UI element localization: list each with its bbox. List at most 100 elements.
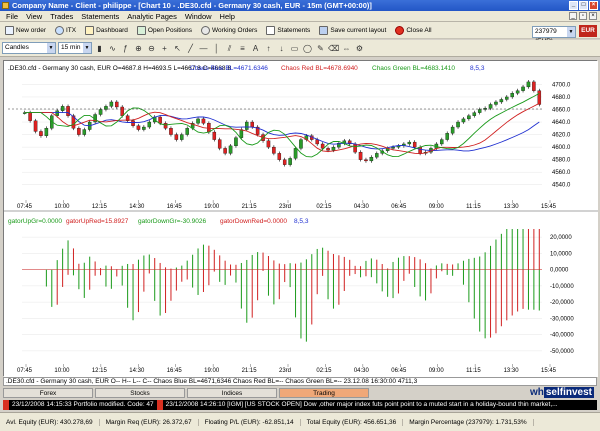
price-tick-label: 4540.0 xyxy=(552,183,571,189)
price-axis: 4700.0 4680.0 4660.0 4640.0 4620.0 4600.0 4580… xyxy=(552,82,571,188)
price-tick-label: 4640.0 xyxy=(552,120,571,126)
time-tick-label: 19:00 xyxy=(204,368,220,374)
settings-icon[interactable]: ⚙ xyxy=(354,43,365,54)
account-select[interactable]: 237979 (EUR)▼ xyxy=(532,26,576,45)
pointer-icon[interactable]: ↖ xyxy=(172,43,183,54)
legend-chaos-green: Chaos Green BL=4683.1410 xyxy=(372,65,455,72)
price-tick-label: 4620.0 xyxy=(552,133,571,139)
ticker-item-1: 23/12/2008 14:15:33 Portfolio modified. … xyxy=(12,401,154,408)
candle-body xyxy=(185,128,189,135)
candle-body xyxy=(207,123,211,133)
tab-forex[interactable]: Forex xyxy=(3,388,93,398)
chart-window[interactable]: .DE30.cfd - Germany 30 cash, EUR O=4687.… xyxy=(3,60,598,377)
indicator-icon[interactable]: ƒ xyxy=(120,43,131,54)
candle-body xyxy=(163,123,168,129)
itx-button[interactable]: ITX xyxy=(52,25,79,36)
time-tick-label: 07:45 xyxy=(17,204,33,210)
text-icon[interactable]: A xyxy=(250,43,261,54)
working-orders-button[interactable]: Working Orders xyxy=(198,25,260,36)
tab-indices[interactable]: Indices xyxy=(187,388,277,398)
zoom-out-icon[interactable]: ⊖ xyxy=(146,43,157,54)
menu-trades[interactable]: Trades xyxy=(46,11,77,22)
new-order-icon xyxy=(5,25,14,35)
close-all-icon xyxy=(395,25,405,35)
vline-icon[interactable]: │ xyxy=(211,43,222,54)
time-tick-label: 09:00 xyxy=(429,204,445,210)
new-order-button[interactable]: New order xyxy=(2,25,49,36)
hline-icon[interactable]: — xyxy=(198,43,209,54)
timeframe-select[interactable]: 15 min ▼ xyxy=(58,42,92,54)
minimize-icon[interactable]: _ xyxy=(569,1,578,10)
timeframe-value: 15 min xyxy=(61,44,81,51)
time-tick-label: 09:00 xyxy=(429,368,445,374)
candle-body xyxy=(537,90,542,105)
candle-body xyxy=(28,112,32,121)
time-tick-label: 23rd xyxy=(279,368,291,374)
chart-canvas[interactable]: .DE30.cfd - Germany 30 cash, EUR O=4687.… xyxy=(4,61,598,377)
gator-tick-label: -50,0000 xyxy=(550,349,574,355)
time-tick-label: 11:15 xyxy=(466,204,481,210)
line-chart-icon[interactable]: ∿ xyxy=(107,43,118,54)
arrow-up-icon[interactable]: ↑ xyxy=(263,43,274,54)
time-tick-label: 12:15 xyxy=(92,204,108,210)
candle-body xyxy=(196,118,200,124)
candle-body xyxy=(521,86,525,91)
pencil-icon[interactable]: ✎ xyxy=(315,43,326,54)
candle-body xyxy=(515,90,520,94)
open-positions-button[interactable]: Open Positions xyxy=(134,25,195,36)
bar-chart-icon[interactable]: ▮ xyxy=(94,43,105,54)
trendline-icon[interactable]: ╱ xyxy=(185,43,196,54)
candle-body xyxy=(131,120,135,126)
tab-stocks[interactable]: Stocks xyxy=(95,388,185,398)
chart-type-select[interactable]: Candles ▼ xyxy=(2,42,56,54)
candle-body xyxy=(55,110,59,116)
time-tick-label: 23rd xyxy=(279,204,291,210)
eraser-icon[interactable]: ⌫ xyxy=(328,43,339,54)
chart-status-line: .DE30.cfd - Germany 30 cash, EUR O-- H--… xyxy=(3,377,597,386)
candle-body xyxy=(33,120,38,132)
ellipse-icon[interactable]: ◯ xyxy=(302,43,313,54)
menu-view[interactable]: View xyxy=(22,11,46,22)
arrow-down-icon[interactable]: ↓ xyxy=(276,43,287,54)
statements-button[interactable]: Statements xyxy=(263,25,313,36)
channel-icon[interactable]: ⫽ xyxy=(224,43,235,54)
menu-analytic-pages[interactable]: Analytic Pages xyxy=(123,11,181,22)
tab-trading[interactable]: Trading xyxy=(279,388,369,398)
status-bar: Avl. Equity (EUR): 430.278,69 Margin Req… xyxy=(0,412,600,431)
gator-up-red: gatorUpRed=15.8927 xyxy=(66,218,129,225)
dashboard-button[interactable]: Dashboard xyxy=(82,25,131,36)
close-all-button[interactable]: Close All xyxy=(392,25,434,36)
candle-body xyxy=(461,118,466,123)
candle-body xyxy=(326,148,330,151)
maximize-icon[interactable]: □ xyxy=(579,1,588,10)
menu-window[interactable]: Window xyxy=(181,11,216,22)
mdi-restore-icon[interactable]: ▫ xyxy=(579,12,587,20)
menu-help[interactable]: Help xyxy=(216,11,239,22)
candle-body xyxy=(477,109,482,113)
menu-statements[interactable]: Statements xyxy=(77,11,123,22)
close-icon[interactable]: × xyxy=(589,1,598,10)
news-ticker[interactable]: 23/12/2008 14:15:33 Portfolio modified. … xyxy=(3,400,597,410)
mdi-close-icon[interactable]: × xyxy=(589,12,597,20)
save-layout-button[interactable]: Save current layout xyxy=(316,25,389,36)
candle-body xyxy=(39,131,43,136)
candle-body xyxy=(364,159,368,162)
menu-file[interactable]: File xyxy=(2,11,22,22)
candle-body xyxy=(115,101,119,108)
crosshair-icon[interactable]: + xyxy=(159,43,170,54)
candle-body xyxy=(239,129,244,138)
rectangle-icon[interactable]: ▭ xyxy=(289,43,300,54)
zoom-in-icon[interactable]: ⊕ xyxy=(133,43,144,54)
margin-percentage: Margin Percentage (237979): 1.731,53% xyxy=(403,418,534,426)
candle-body xyxy=(450,126,455,134)
margin-req: Margin Req (EUR): 26.372,67 xyxy=(100,418,199,426)
legend-params: 8,5,3 xyxy=(470,65,485,72)
new-order-label: New order xyxy=(16,26,46,34)
fibonacci-icon[interactable]: ≡ xyxy=(237,43,248,54)
gator-up-green: gatorUpGr=0.0000 xyxy=(8,218,62,225)
scroll-icon[interactable]: ⇔ xyxy=(341,43,352,54)
mdi-minimize-icon[interactable]: _ xyxy=(569,12,577,20)
price-tick-label: 4660.0 xyxy=(552,107,571,113)
candle-body xyxy=(282,159,287,165)
working-orders-label: Working Orders xyxy=(212,26,258,34)
